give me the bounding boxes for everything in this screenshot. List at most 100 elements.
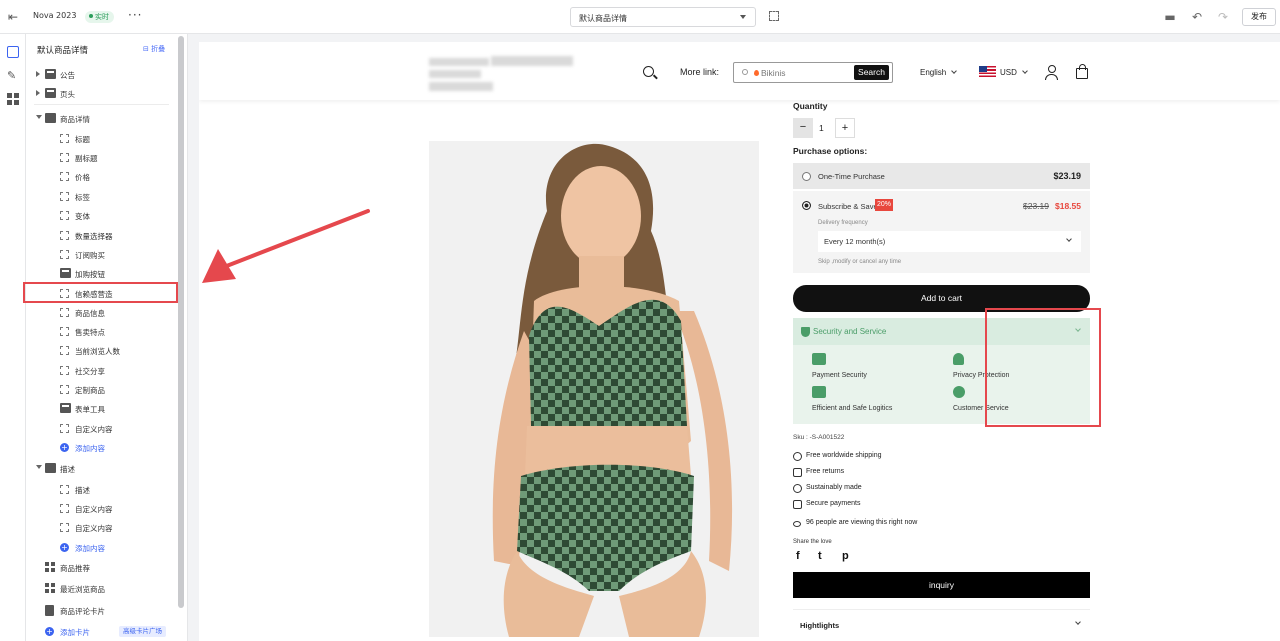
block-icon <box>60 385 69 394</box>
tree-item[interactable]: 标签 <box>26 187 176 206</box>
highlights-accordion[interactable]: Hightlights <box>793 609 1090 637</box>
tree-item[interactable]: 社交分享 <box>26 361 176 380</box>
search-input[interactable]: Bikinis <box>761 68 786 78</box>
tree-item[interactable]: 副标题 <box>26 148 176 167</box>
tree-item[interactable]: 变体 <box>26 206 176 225</box>
tree-item[interactable]: + 添加内容 <box>26 438 176 457</box>
tree-item[interactable]: 自定义内容 <box>26 499 176 518</box>
tree-item[interactable]: 公告 <box>26 65 176 84</box>
tree-item[interactable]: + 添加内容 <box>26 538 176 557</box>
caret-right-icon[interactable] <box>36 90 40 96</box>
status-badge-label: 实时 <box>95 13 109 21</box>
search-bar[interactable]: Bikinis Search <box>733 62 893 83</box>
tree-item[interactable]: 页头 <box>26 84 176 103</box>
language-select[interactable]: English <box>920 68 958 77</box>
leaf-icon <box>793 484 802 493</box>
page-select-value: 默认商品详情 <box>579 14 627 23</box>
redo-icon[interactable]: ↷ <box>1216 10 1230 24</box>
store-logo[interactable] <box>429 56 573 92</box>
section-icon <box>60 403 71 413</box>
tree-item[interactable]: 订阅购买 <box>26 245 176 264</box>
product-image[interactable] <box>429 141 759 637</box>
share-label: Share the love <box>793 539 832 545</box>
facebook-icon[interactable]: f <box>796 550 800 562</box>
currency-select[interactable]: USD <box>1000 68 1028 77</box>
divider <box>34 104 169 105</box>
add-icon: + <box>60 443 69 452</box>
one-time-price: $23.19 <box>1053 171 1081 181</box>
currency-value: USD <box>1000 68 1017 77</box>
more-link[interactable]: More link: <box>680 67 719 77</box>
quantity-value[interactable]: 1 <box>819 123 824 133</box>
one-time-purchase-option[interactable]: One-Time Purchase $23.19 <box>793 163 1090 189</box>
tree-item-label: 最近浏览商品 <box>60 585 105 594</box>
tree-item[interactable]: 表单工具 <box>26 399 176 418</box>
quantity-label: Quantity <box>793 101 828 111</box>
card-icon <box>45 113 56 123</box>
search-icon[interactable] <box>643 66 654 77</box>
account-icon[interactable] <box>1045 65 1058 80</box>
tree-item[interactable]: 商品评论卡片 <box>26 601 176 620</box>
grid-icon <box>45 583 55 593</box>
search-button[interactable]: Search <box>854 65 889 80</box>
quantity-increase-button[interactable]: + <box>835 118 855 138</box>
tree-item-label: 页头 <box>60 90 75 99</box>
brush-icon[interactable]: ✎ <box>7 70 19 82</box>
cart-icon[interactable] <box>1076 64 1088 79</box>
inquiry-button[interactable]: inquiry <box>793 572 1090 598</box>
user-shield-icon <box>953 353 964 365</box>
exit-icon[interactable]: ⇤ <box>8 10 22 24</box>
tree-item[interactable]: 售卖特点 <box>26 322 176 341</box>
tree-item-label: 社交分享 <box>75 367 105 376</box>
tree-item[interactable]: 加购按钮 <box>26 264 176 283</box>
tree-item[interactable]: 标题 <box>26 129 176 148</box>
headset-icon <box>953 386 965 398</box>
apps-icon[interactable] <box>7 93 19 105</box>
collapse-button[interactable]: ⊟ 折叠 <box>143 44 165 54</box>
tree-item[interactable]: 商品推荐 <box>26 558 176 577</box>
premium-cards-tag[interactable]: 高级卡片广场 <box>119 626 166 637</box>
tree-item-label: 描述 <box>75 486 90 495</box>
element-picker-icon[interactable] <box>769 11 779 21</box>
tree-item-label: 订阅购买 <box>75 251 105 260</box>
quantity-decrease-button[interactable]: − <box>793 118 813 138</box>
twitter-icon[interactable]: t <box>818 550 822 562</box>
radio-button-selected[interactable] <box>802 201 811 210</box>
skip-note: Skip ,modify or cancel any time <box>818 259 902 265</box>
tree-item[interactable]: 商品详情 <box>26 109 176 128</box>
tree-item[interactable]: 描述 <box>26 459 176 478</box>
tree-item[interactable]: 商品信息 <box>26 303 176 322</box>
caret-down-icon[interactable] <box>36 465 42 469</box>
tree-item[interactable]: 自定义内容 <box>26 419 176 438</box>
delivery-frequency-select[interactable]: Every 12 month(s) <box>818 231 1081 252</box>
card-icon <box>793 500 802 509</box>
tree-item-label: 标题 <box>75 135 90 144</box>
block-icon <box>60 485 69 494</box>
more-icon[interactable]: ··· <box>128 8 142 22</box>
product-photo-illustration <box>429 141 759 637</box>
device-preview-icon[interactable]: ▬ <box>1163 10 1177 24</box>
page-select[interactable]: 默认商品详情 <box>570 7 756 27</box>
tree-item[interactable]: 自定义内容 <box>26 518 176 537</box>
publish-button[interactable]: 发布 <box>1242 8 1276 26</box>
frequency-value: Every 12 month(s) <box>824 237 886 246</box>
tree-item[interactable]: 数量选择器 <box>26 226 176 245</box>
panel-scrollbar[interactable] <box>178 36 184 608</box>
section-icon <box>45 69 56 79</box>
radio-button[interactable] <box>802 172 811 181</box>
annotation-box-right <box>985 308 1101 427</box>
subscribe-option[interactable]: Subscribe & Save 20% $23.19 $18.55 Deliv… <box>793 191 1090 273</box>
pinterest-icon[interactable]: p <box>842 550 849 562</box>
tree-item[interactable]: 描述 <box>26 480 176 499</box>
tree-item[interactable]: 价格 <box>26 167 176 186</box>
tree-item[interactable]: 最近浏览商品 <box>26 579 176 598</box>
tree-item[interactable]: 当前浏览人数 <box>26 341 176 360</box>
layout-icon[interactable] <box>7 46 19 58</box>
undo-icon[interactable]: ↶ <box>1190 10 1204 24</box>
caret-right-icon[interactable] <box>36 71 40 77</box>
caret-down-icon[interactable] <box>36 115 42 119</box>
block-icon <box>60 134 69 143</box>
tree-item[interactable]: 定制商品 <box>26 380 176 399</box>
tree-item[interactable]: + 添加卡片 高级卡片广场 <box>26 622 176 641</box>
structure-panel: 默认商品详情 ⊟ 折叠 公告 页头 商品详情 标题 副标题 价格 标签 变体 数量选择器 订阅购买… <box>26 34 188 641</box>
